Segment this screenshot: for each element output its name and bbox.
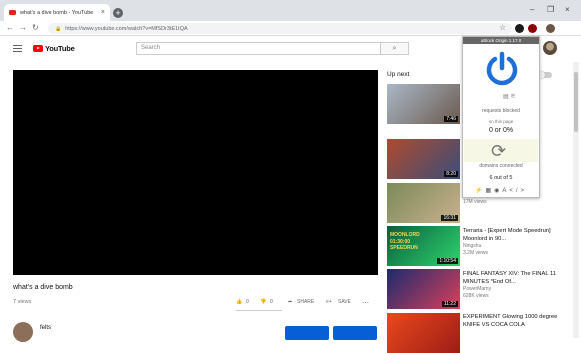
extension-icon[interactable] [515,24,524,33]
video-meta: 17M views [463,199,487,205]
video-title[interactable]: EXPERIMENT Glowing 1000 degree KNIFE VS … [463,314,563,329]
address-bar[interactable]: 🔒 https://www.youtube.com/watch?v=MfSDr3… [48,23,512,34]
recommendation-info: Terraria - [Expert Mode Speedrun] Moonlo… [463,228,563,257]
thumbnail-overlay-text: MOONLORD 01:30:00 SPEEDRUN [390,232,420,251]
forward-icon[interactable]: → [19,23,27,32]
duration-badge: 1:10:54 [437,258,458,264]
duration-badge: 16:31 [441,215,458,221]
menu-icon[interactable] [13,45,22,52]
duration-badge: 11:22 [441,301,458,307]
tab-title: what's a dive bomb - YouTube [20,9,94,16]
search-input[interactable]: Search [136,42,381,55]
maximize-button[interactable]: ❐ [547,5,554,14]
video-title: what's a dive bomb [13,284,73,291]
recommendation-thumbnail[interactable]: 8:20 [387,139,460,179]
recommendation-info: EXPERIMENT Glowing 1000 degree KNIFE VS … [463,314,563,329]
tab-close-icon[interactable]: × [101,9,105,16]
like-ratio-bar [236,310,282,311]
ublock-tool-icons[interactable]: ▤ ⚟ [503,93,516,100]
bookmark-star-icon[interactable]: ☆ [499,23,506,32]
duration-badge: 8:20 [444,171,458,177]
autoplay-toggle[interactable] [537,70,552,79]
close-window-button[interactable]: × [565,5,570,14]
on-this-page-label: on this page [488,119,514,124]
lock-icon: 🔒 [55,25,62,32]
dislike-count: 0 [270,299,273,305]
recommendation-info: FINAL FANTASY XIV: The FINAL 11 MINUTES … [463,271,563,300]
search-button[interactable]: ⌕ [381,42,409,55]
new-tab-button[interactable]: + [113,8,123,18]
video-meta: PowerMarny 628K views [463,286,492,299]
video-meta: Ningshu 3.2M views [463,243,489,256]
recommendation-thumbnail[interactable]: 16:31 [387,183,460,223]
video-title[interactable]: FINAL FANTASY XIV: The FINAL 11 MINUTES … [463,271,563,286]
url-text: https://www.youtube.com/watch?v=MfSDr3tE… [65,25,188,32]
ublock-bottom-icons[interactable]: ⚡▦◉A</> [463,187,539,194]
video-title[interactable]: Terraria - [Expert Mode Speedrun] Moonlo… [463,228,563,243]
minimize-button[interactable]: – [530,5,534,14]
browser-toolbar: ← → ↻ 🔒 https://www.youtube.com/watch?v=… [0,21,581,36]
back-icon[interactable]: ← [6,23,14,32]
refresh-panel[interactable]: ⟳ [464,139,538,162]
channel-name[interactable]: felts [40,325,51,331]
view-count: 7 views [13,299,32,305]
share-button[interactable]: SHARE [297,299,314,305]
blocked-count: 0 or 0% [488,127,514,134]
recommendation-thumbnail[interactable]: 7:46 [387,84,460,124]
youtube-logo-icon[interactable] [33,45,43,52]
domains-connected-label: domains connected [479,163,523,169]
ublock-header: uBlock Origin 1.17.0 [463,37,539,44]
like-count: 0 [246,299,249,305]
recommendation-thumbnail[interactable]: MOONLORD 01:30:00 SPEEDRUN 1:10:54 [387,226,460,266]
youtube-logo-text[interactable]: YouTube [45,44,75,53]
profile-icon[interactable] [546,24,555,33]
refresh-icon[interactable]: ⟳ [491,142,506,160]
recommendation-thumbnail[interactable]: 11:22 [387,269,460,309]
ublock-popup: uBlock Origin 1.17.0 ▤ ⚟ requests blocke… [462,36,540,198]
tab-bar: what's a dive bomb - YouTube × + – ❐ × [0,0,581,21]
dislike-icon[interactable]: 👎 [260,299,266,305]
domains-count: 6 out of 5 [489,175,513,181]
video-player[interactable] [13,70,378,275]
account-avatar[interactable] [543,41,557,55]
up-next-label: Up next [387,71,410,78]
page-scrollbar[interactable] [573,62,579,338]
more-actions-icon[interactable]: ⋯ [362,299,369,307]
save-button[interactable]: SAVE [338,299,351,305]
ublock-extension-icon[interactable] [528,24,537,33]
channel-avatar[interactable] [13,322,33,342]
reload-icon[interactable]: ↻ [32,23,39,32]
like-icon[interactable]: 👍 [236,299,242,305]
power-icon[interactable] [485,51,519,87]
share-icon[interactable]: ➦ [288,299,292,305]
requests-blocked-label: requests blocked [482,108,520,114]
recommendation-info: 17M views [463,199,563,206]
save-icon[interactable]: ≡+ [326,299,332,305]
recommendation-thumbnail[interactable] [387,313,460,353]
scrollbar-thumb[interactable] [574,72,578,132]
duration-badge: 7:46 [444,116,458,122]
youtube-favicon-icon [9,10,16,15]
tab-youtube[interactable]: what's a dive bomb - YouTube × [4,4,110,21]
